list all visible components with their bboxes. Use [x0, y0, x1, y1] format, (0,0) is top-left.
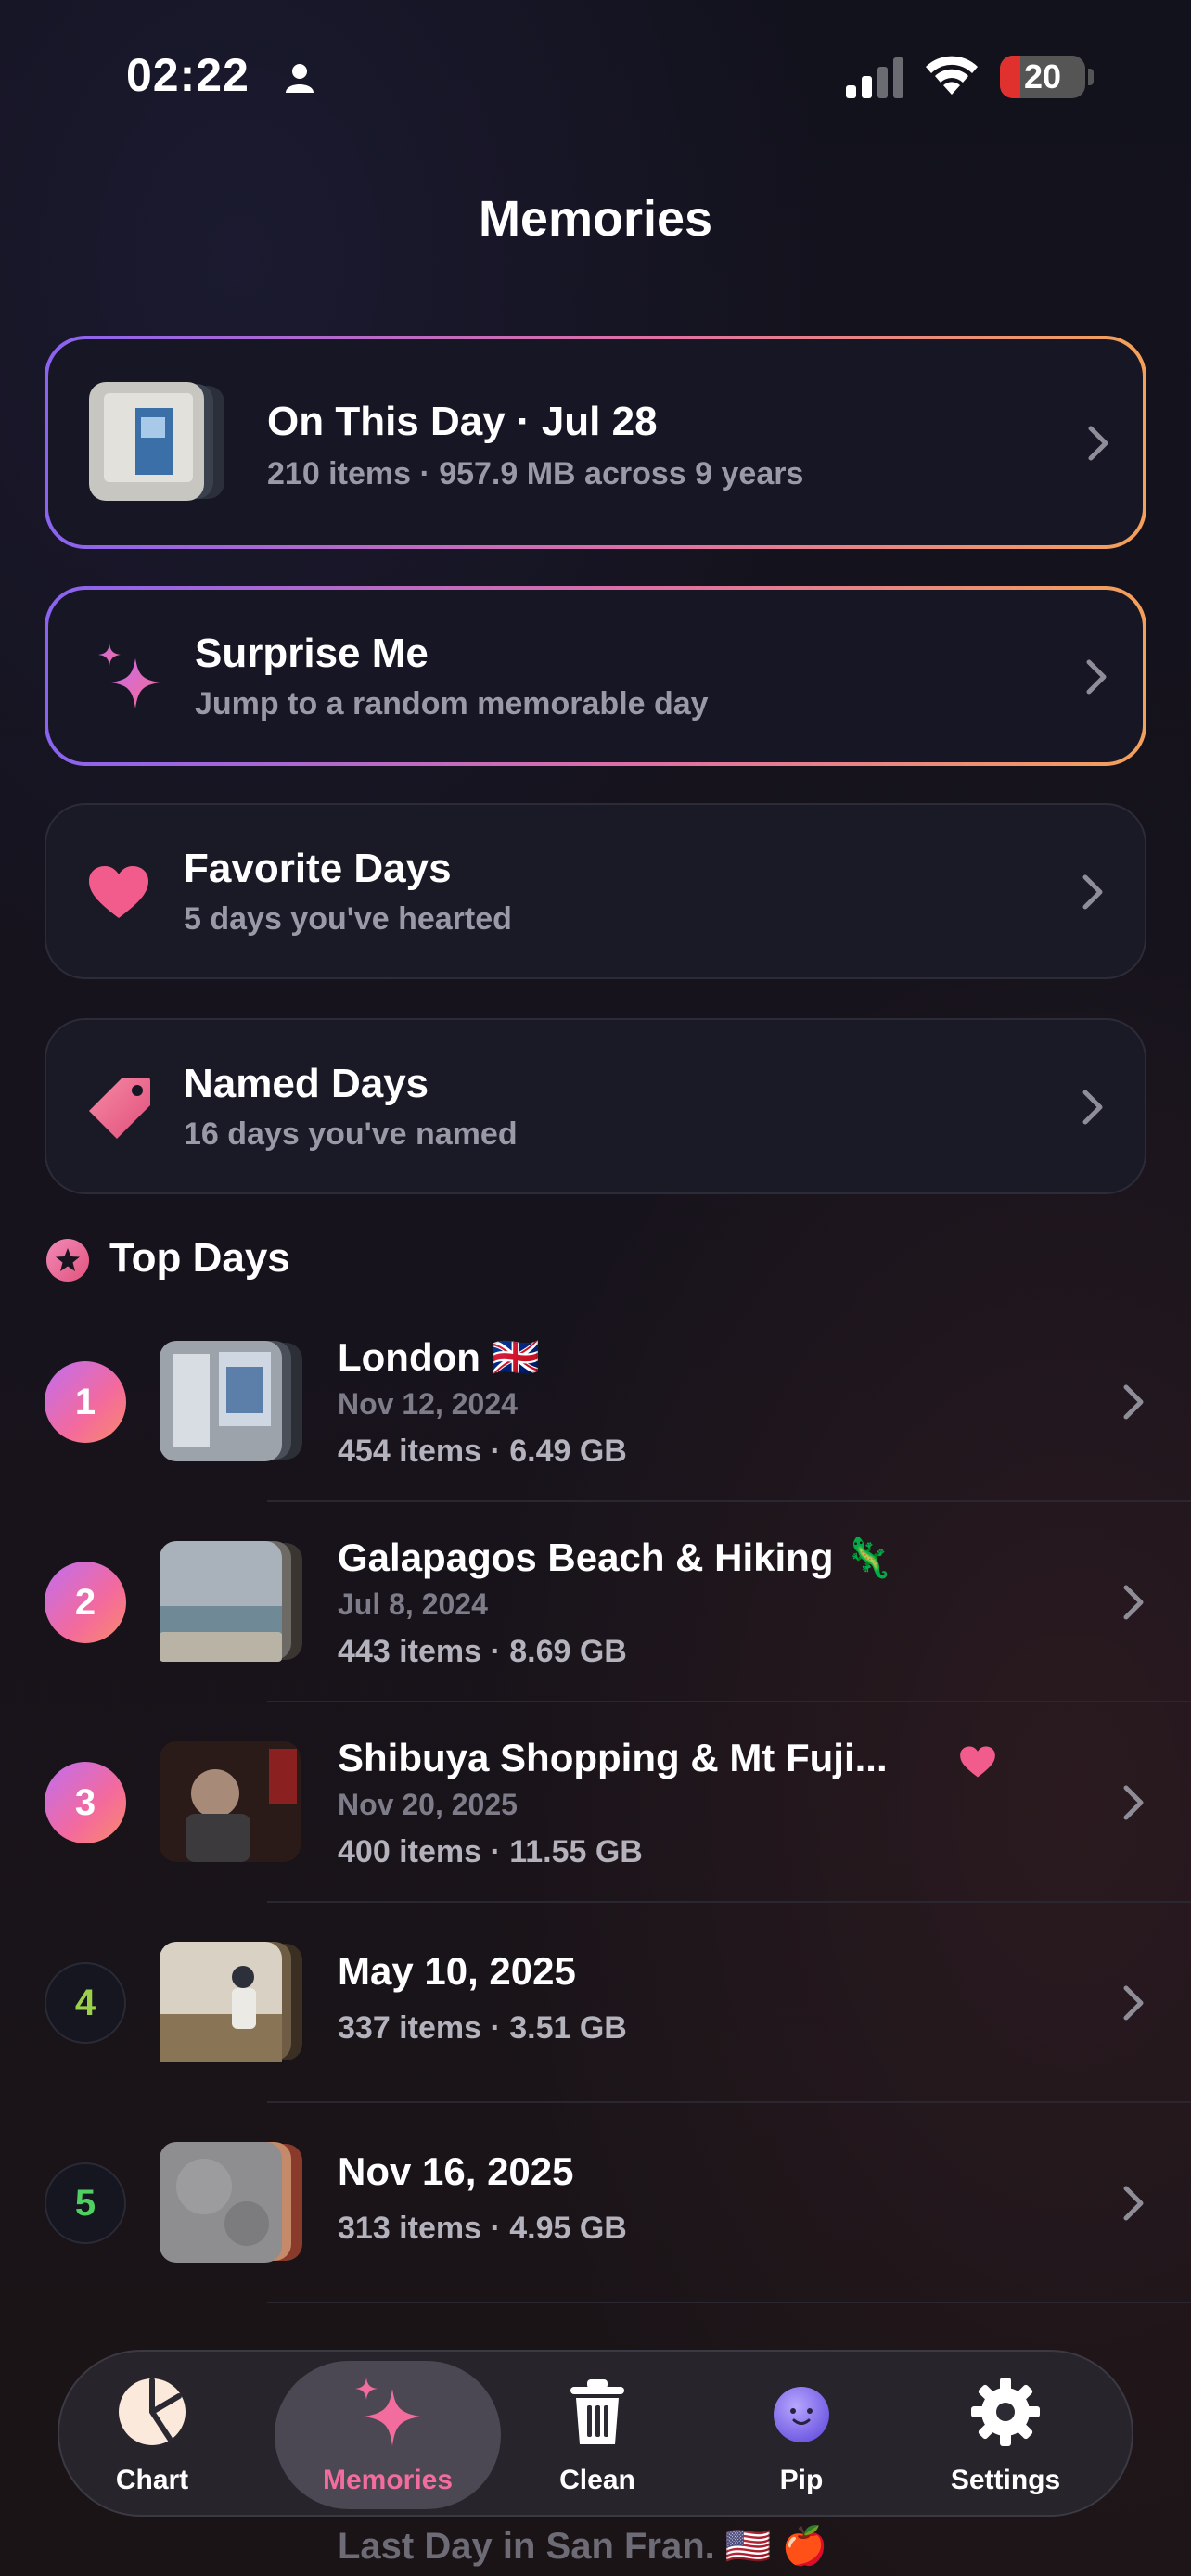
sparkles-icon: [355, 2378, 420, 2446]
surprise-me-title: Surprise Me: [195, 631, 429, 676]
favorite-days-card[interactable]: Favorite Days 5 days you've hearted: [45, 803, 1146, 979]
day-meta: 454 items · 6.49 GB: [338, 1434, 627, 1469]
day-date: Nov 20, 2025: [338, 1788, 518, 1821]
tag-icon: [89, 1078, 150, 1139]
rank-badge: 4: [45, 1962, 126, 2044]
signal-icon: [846, 57, 903, 98]
battery-indicator: 20: [1000, 56, 1085, 98]
day-title: Galapagos Beach & Hiking 🦎: [338, 1536, 893, 1579]
top-day-row[interactable]: 5 Nov 16, 2025 313 items · 4.95 GB: [0, 2103, 1191, 2303]
day-thumbnail: [160, 1541, 302, 1662]
pie-chart-icon: [119, 2378, 186, 2445]
day-thumbnail: [160, 1741, 301, 1862]
on-this-day-subtitle: 210 items · 957.9 MB across 9 years: [267, 456, 804, 491]
top-day-row[interactable]: 3 Shibuya Shopping & Mt Fuji... Nov 20, …: [0, 1702, 1191, 1903]
day-thumbnail: [160, 1942, 302, 2062]
status-time: 02:22: [126, 49, 250, 101]
rank-badge: 2: [45, 1562, 126, 1643]
day-meta: 400 items · 11.55 GB: [338, 1834, 643, 1869]
rank-badge: 3: [45, 1762, 126, 1843]
chevron-right-icon: [1080, 1089, 1106, 1126]
named-days-card[interactable]: Named Days 16 days you've named: [45, 1018, 1146, 1194]
tab-label: Memories: [322, 2465, 454, 2495]
tab-chart[interactable]: Chart: [59, 2352, 245, 2519]
trash-icon: [570, 2379, 624, 2444]
day-title: Shibuya Shopping & Mt Fuji...: [338, 1736, 888, 1779]
surprise-me-card[interactable]: Surprise Me Jump to a random memorable d…: [45, 586, 1146, 766]
day-title: May 10, 2025: [338, 1949, 576, 1993]
pip-face-icon: [774, 2387, 829, 2442]
page-title: Memories: [478, 191, 713, 247]
partial-row-title: Last Day in San Fran. 🇺🇸 🍎: [338, 2526, 828, 2567]
star-icon: [46, 1239, 89, 1282]
tab-pip[interactable]: Pip: [709, 2352, 894, 2519]
chevron-right-icon: [1083, 658, 1109, 695]
day-thumbnail: [160, 2142, 302, 2263]
named-days-subtitle: 16 days you've named: [184, 1116, 518, 1152]
chevron-right-icon: [1123, 2186, 1144, 2221]
wifi-icon: [926, 56, 978, 95]
chevron-right-icon: [1080, 874, 1106, 911]
top-day-row[interactable]: 2 Galapagos Beach & Hiking 🦎 Jul 8, 2024…: [0, 1502, 1191, 1702]
rank-badge: 5: [45, 2162, 126, 2244]
person-icon: [286, 64, 314, 93]
battery-level: 20: [1023, 57, 1062, 96]
tab-label: Clean: [559, 2465, 635, 2495]
day-date: Jul 8, 2024: [338, 1588, 488, 1621]
day-title: London 🇬🇧: [338, 1335, 540, 1379]
top-day-row[interactable]: 4 May 10, 2025 337 items · 3.51 GB: [0, 1903, 1191, 2103]
day-meta: 313 items · 4.95 GB: [338, 2211, 627, 2246]
tab-label: Settings: [950, 2465, 1061, 2495]
top-days-label: Top Days: [109, 1235, 290, 1281]
chevron-right-icon: [1123, 1585, 1144, 1620]
top-day-row[interactable]: 1 London 🇬🇧 Nov 12, 2024 454 items · 6.4…: [0, 1302, 1191, 1502]
on-this-day-card[interactable]: On This Day · Jul 28 210 items · 957.9 M…: [45, 336, 1146, 549]
day-meta: 443 items · 8.69 GB: [338, 1634, 627, 1669]
tab-label: Chart: [115, 2465, 189, 2495]
gear-icon: [971, 2378, 1040, 2446]
rank-badge: 1: [45, 1361, 126, 1443]
battery-tip: [1088, 69, 1094, 85]
day-thumbnail: [160, 1341, 302, 1461]
chevron-right-icon: [1123, 1384, 1144, 1420]
status-bar: 02:22 20: [0, 0, 1191, 158]
tab-bar: Chart Memories Clean Pip Settings: [58, 2350, 1133, 2517]
chevron-right-icon: [1123, 1985, 1144, 2021]
heart-icon: [89, 866, 148, 918]
chevron-right-icon: [1123, 1785, 1144, 1820]
day-meta: 337 items · 3.51 GB: [338, 2010, 627, 2046]
surprise-me-subtitle: Jump to a random memorable day: [195, 686, 709, 721]
day-date: Nov 12, 2024: [338, 1387, 518, 1421]
on-this-day-thumbnail: [89, 382, 224, 501]
on-this-day-title: On This Day · Jul 28: [267, 399, 658, 444]
tab-settings[interactable]: Settings: [913, 2352, 1098, 2519]
favorite-heart-icon: [960, 1746, 995, 1778]
chevron-right-icon: [1085, 425, 1111, 462]
tab-clean[interactable]: Clean: [505, 2352, 690, 2519]
tab-label: Pip: [779, 2465, 824, 2495]
day-title: Nov 16, 2025: [338, 2149, 574, 2193]
favorite-days-subtitle: 5 days you've hearted: [184, 901, 512, 937]
row-divider: [267, 2302, 1191, 2303]
favorite-days-title: Favorite Days: [184, 846, 452, 891]
sparkles-icon: [98, 644, 160, 708]
named-days-title: Named Days: [184, 1061, 429, 1106]
tab-memories[interactable]: Memories: [275, 2361, 501, 2509]
